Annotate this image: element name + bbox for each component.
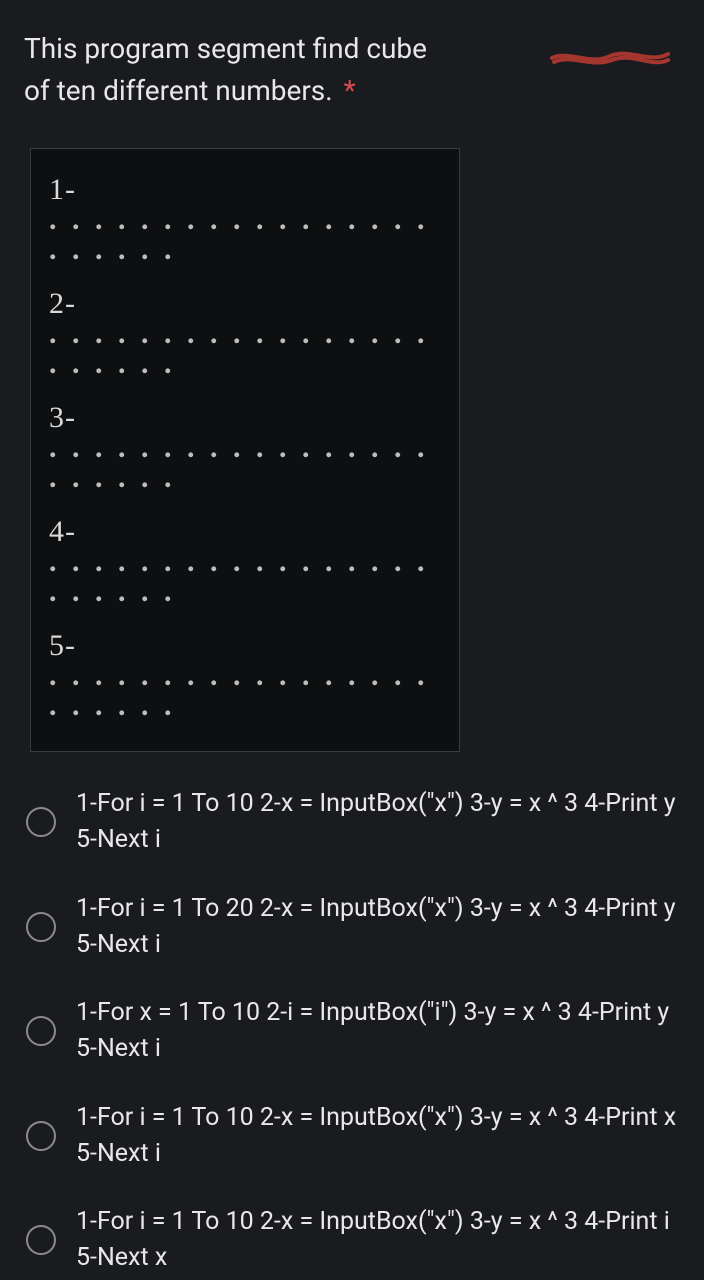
option-3[interactable]: 1-For x = 1 To 10 2-i = InputBox("i") 3-…: [26, 995, 680, 1068]
option-1[interactable]: 1-For i = 1 To 10 2-x = InputBox("x") 3-…: [26, 786, 680, 859]
required-star: *: [344, 74, 356, 107]
option-label: 1-For x = 1 To 10 2-i = InputBox("i") 3-…: [76, 995, 680, 1068]
option-5[interactable]: 1-For i = 1 To 10 2-x = InputBox("x") 3-…: [26, 1204, 680, 1277]
code-row: 3-. . . . . . . . . . . . . . . . . . . …: [49, 391, 441, 505]
radio-icon: [26, 1016, 56, 1046]
option-label: 1-For i = 1 To 10 2-x = InputBox("x") 3-…: [76, 1100, 680, 1173]
question-text: This program segment find cube of ten di…: [24, 28, 680, 112]
code-row: 4-. . . . . . . . . . . . . . . . . . . …: [49, 505, 441, 619]
options-group: 1-For i = 1 To 10 2-x = InputBox("x") 3-…: [24, 786, 680, 1277]
code-row: 5-. . . . . . . . . . . . . . . . . . . …: [49, 619, 441, 733]
option-2[interactable]: 1-For i = 1 To 20 2-x = InputBox("x") 3-…: [26, 891, 680, 964]
radio-icon: [26, 1225, 56, 1255]
option-label: 1-For i = 1 To 20 2-x = InputBox("x") 3-…: [76, 891, 680, 964]
code-row: 2-. . . . . . . . . . . . . . . . . . . …: [49, 277, 441, 391]
code-template-box: 1-. . . . . . . . . . . . . . . . . . . …: [30, 148, 460, 752]
radio-icon: [26, 1121, 56, 1151]
radio-icon: [26, 912, 56, 942]
radio-icon: [26, 807, 56, 837]
option-label: 1-For i = 1 To 10 2-x = InputBox("x") 3-…: [76, 786, 680, 859]
code-row: 1-. . . . . . . . . . . . . . . . . . . …: [49, 163, 441, 277]
option-label: 1-For i = 1 To 10 2-x = InputBox("x") 3-…: [76, 1204, 680, 1277]
option-4[interactable]: 1-For i = 1 To 10 2-x = InputBox("x") 3-…: [26, 1100, 680, 1173]
question-line2: of ten different numbers.: [24, 74, 333, 107]
redaction-scribble: [550, 40, 670, 62]
question-line1: This program segment find cube: [24, 32, 427, 65]
